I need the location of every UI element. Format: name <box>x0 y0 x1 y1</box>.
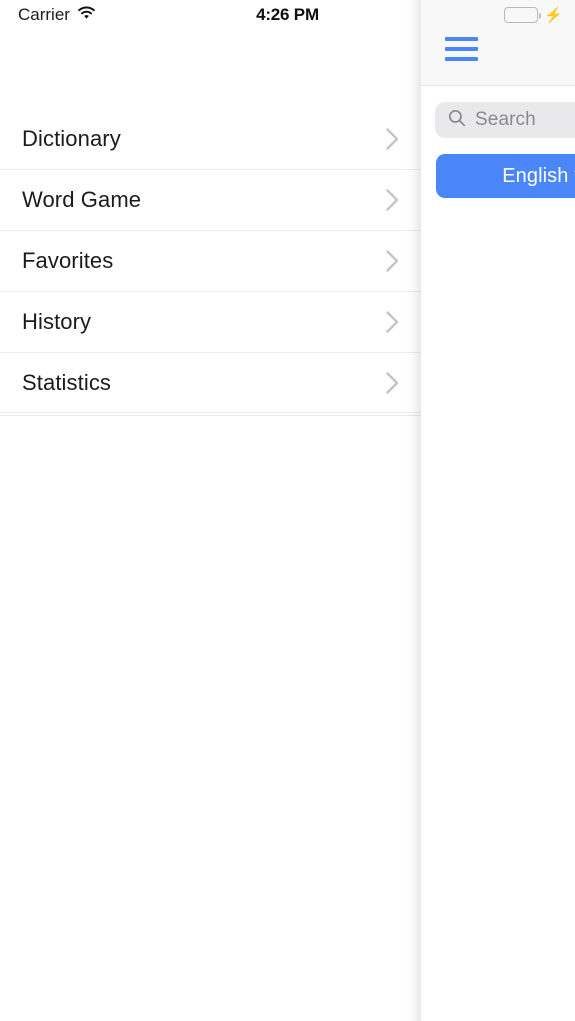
chevron-right-icon <box>386 127 399 150</box>
search-placeholder-text: Search <box>475 109 536 130</box>
hamburger-bar <box>445 57 478 61</box>
menu-item-label: History <box>22 308 92 334</box>
menu-item-word-game[interactable]: Word Game <box>0 169 421 230</box>
menu-item-label: Word Game <box>22 186 142 212</box>
carrier-label: Carrier <box>18 5 70 24</box>
drawer-edge-shadow <box>405 0 421 1021</box>
clock-label: 4:26 PM <box>256 5 319 24</box>
search-input[interactable]: Search <box>435 102 575 138</box>
hamburger-menu-icon[interactable] <box>439 33 483 65</box>
hamburger-bar <box>445 37 478 41</box>
app-screen: Dictionary Word Game Favorites History S… <box>0 0 575 1021</box>
wifi-icon <box>77 6 96 25</box>
chevron-right-icon <box>386 310 399 333</box>
drawer-navigation-bar <box>421 0 575 86</box>
chevron-right-icon <box>386 188 399 211</box>
main-menu-list: Dictionary Word Game Favorites History S… <box>0 108 421 413</box>
menu-item-dictionary[interactable]: Dictionary <box>0 108 421 169</box>
chevron-right-icon <box>386 371 399 394</box>
hamburger-bar <box>445 47 478 51</box>
menu-item-history[interactable]: History <box>0 291 421 352</box>
search-icon <box>448 109 466 132</box>
status-bar-left: Carrier <box>18 0 96 30</box>
menu-item-label: Favorites <box>22 247 114 273</box>
language-button-label: English t <box>502 164 575 187</box>
language-toggle-button[interactable]: English t <box>436 154 575 198</box>
menu-item-statistics[interactable]: Statistics <box>0 352 421 413</box>
side-drawer-panel: Search English t <box>421 0 575 1021</box>
chevron-right-icon <box>386 249 399 272</box>
menu-item-label: Dictionary <box>22 125 121 151</box>
menu-item-label: Statistics <box>22 369 112 395</box>
search-container: Search English t <box>421 86 575 198</box>
menu-item-favorites[interactable]: Favorites <box>0 230 421 291</box>
drawer-content-area <box>421 198 575 958</box>
